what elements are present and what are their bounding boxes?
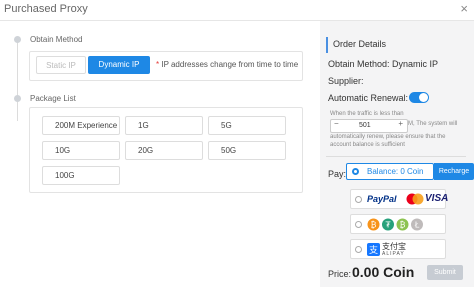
package-10g[interactable]: 10G: [42, 141, 120, 160]
increase-button[interactable]: +: [398, 119, 403, 128]
price-value: 0.00 Coin: [352, 264, 415, 280]
traffic-threshold-stepper: − 501 +: [330, 119, 408, 133]
dynamic-ip-button[interactable]: Dynamic IP: [88, 56, 150, 74]
order-supplier: Supplier:: [328, 76, 364, 86]
pay-option-crypto[interactable]: ₿ ₮ ₿ Ł: [350, 214, 446, 234]
traffic-note-bottom: automatically renew, please ensure that …: [330, 134, 446, 148]
order-details-header: Order Details: [326, 37, 468, 53]
title-bar: Purchased Proxy ×: [0, 0, 474, 21]
svg-text:₿: ₿: [400, 221, 406, 230]
obtain-method-label: Obtain Method: [30, 35, 83, 44]
order-details-panel: Order Details Obtain Method: Dynamic IP …: [326, 37, 474, 287]
ip-change-note: * IP addresses change from time to time: [156, 60, 298, 69]
paypal-logo: PayPal: [367, 194, 397, 204]
close-icon[interactable]: ×: [460, 1, 468, 16]
crypto-icons: ₿ ₮ ₿ Ł: [367, 218, 423, 231]
package-list-label: Package List: [30, 94, 76, 103]
order-details-title: Order Details: [333, 39, 387, 49]
svg-text:支: 支: [369, 244, 378, 256]
obtain-method-box: Static IP Dynamic IP * IP addresses chan…: [29, 51, 303, 81]
mastercard-icon: [406, 193, 424, 205]
step-timeline: [17, 41, 18, 121]
purchase-panel: Obtain Method Static IP Dynamic IP * IP …: [0, 21, 320, 287]
package-50g[interactable]: 50G: [208, 141, 286, 160]
pay-option-card[interactable]: PayPal VISA: [350, 189, 449, 209]
step-dot-obtain-method: [14, 36, 21, 43]
paypal-logo-text: PayPal: [367, 194, 397, 204]
package-200m-experience[interactable]: 200M Experience: [42, 116, 120, 135]
visa-logo: VISA: [425, 193, 449, 204]
traffic-note-top: When the traffic is less than: [330, 111, 404, 117]
svg-text:₿: ₿: [371, 221, 377, 230]
balance-text: Balance: 0 Coin: [367, 167, 424, 176]
traffic-threshold-value[interactable]: 501: [359, 122, 371, 129]
auto-renewal-toggle[interactable]: [409, 92, 429, 103]
package-100g[interactable]: 100G: [42, 166, 120, 185]
window-title: Purchased Proxy: [4, 3, 88, 15]
package-list-box: 200M Experience 1G 5G 10G 20G 50G 100G: [29, 107, 303, 193]
alipay-radio[interactable]: [355, 246, 362, 253]
step-dot-package-list: [14, 95, 21, 102]
auto-renewal-label: Automatic Renewal:: [328, 93, 409, 103]
alipay-icon: 支: [367, 243, 380, 256]
order-obtain-method: Obtain Method: Dynamic IP: [328, 59, 439, 69]
decrease-button[interactable]: −: [334, 119, 339, 128]
package-1g[interactable]: 1G: [125, 116, 203, 135]
pay-option-alipay[interactable]: 支 支付宝 ALIPAY: [350, 239, 446, 259]
crypto-radio[interactable]: [355, 221, 362, 228]
svg-text:Ł: Ł: [414, 221, 420, 230]
alipay-en-text: ALIPAY: [382, 251, 405, 257]
submit-button[interactable]: Submit: [427, 265, 463, 280]
divider: [326, 156, 466, 157]
package-20g[interactable]: 20G: [125, 141, 203, 160]
pay-balance-option[interactable]: Balance: 0 Coin: [346, 163, 434, 180]
traffic-unit: M, The system will: [408, 121, 458, 127]
package-5g[interactable]: 5G: [208, 116, 286, 135]
ip-change-note-text: IP addresses change from time to time: [159, 60, 299, 69]
card-radio[interactable]: [355, 196, 362, 203]
balance-radio[interactable]: [352, 168, 359, 175]
recharge-button[interactable]: Recharge: [434, 163, 474, 180]
static-ip-button[interactable]: Static IP: [36, 56, 86, 74]
price-label: Price:: [328, 269, 352, 279]
pay-label: Pay:: [328, 169, 347, 179]
